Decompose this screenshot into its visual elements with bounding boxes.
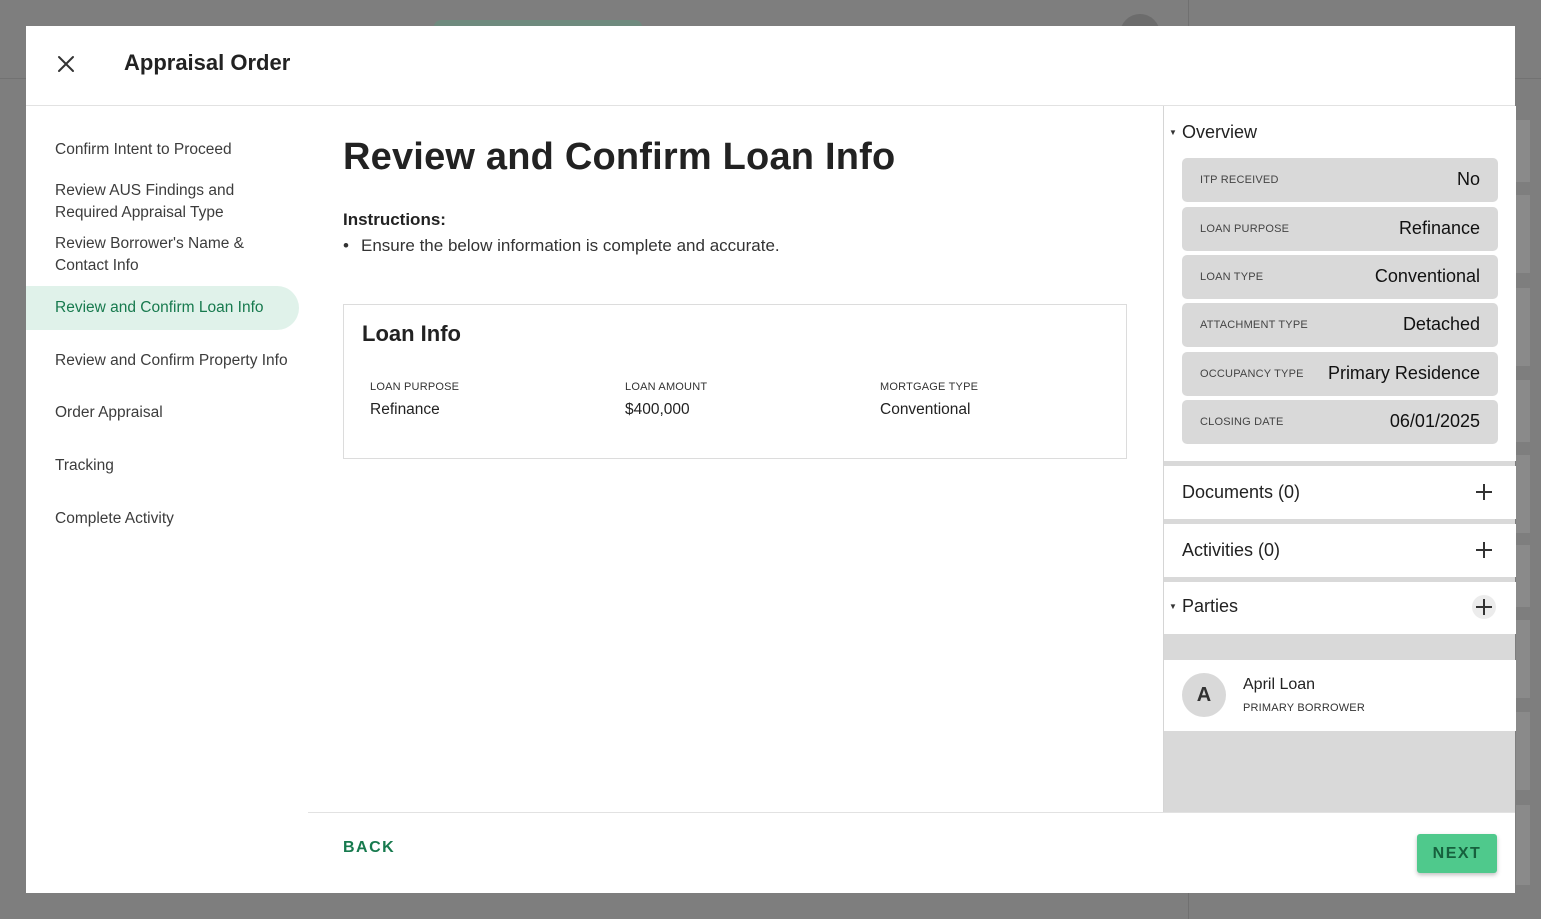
parties-title[interactable]: Parties <box>1182 596 1238 617</box>
overview-key: LOAN PURPOSE <box>1200 223 1290 235</box>
overview-value: Conventional <box>1374 266 1480 286</box>
step-tracking[interactable]: Tracking <box>26 455 299 477</box>
background-block <box>1516 620 1530 698</box>
background-block <box>1516 120 1530 182</box>
field-label: LOAN AMOUNT <box>625 381 708 393</box>
party-name: April Loan <box>1243 676 1316 693</box>
add-party-button[interactable] <box>1472 595 1496 619</box>
parties-section: ▼ Parties <box>1164 582 1516 634</box>
card-title: Loan Info <box>362 321 461 346</box>
overview-key: LOAN TYPE <box>1200 271 1264 283</box>
close-button[interactable] <box>50 48 82 80</box>
mortgage-type-field: MORTGAGE TYPE Conventional <box>880 381 978 419</box>
step-review-property-info[interactable]: Review and Confirm Property Info <box>26 350 299 372</box>
page-title: Review and Confirm Loan Info <box>343 136 896 178</box>
step-review-loan-info[interactable]: Review and Confirm Loan Info <box>26 286 299 330</box>
overview-key: OCCUPANCY TYPE <box>1200 368 1304 380</box>
loan-info-card: Loan Info LOAN PURPOSE Refinance LOAN AM… <box>343 304 1127 459</box>
instructions-list: • Ensure the below information is complet… <box>343 236 780 256</box>
background-block <box>1516 545 1530 607</box>
loan-purpose-field: LOAN PURPOSE Refinance <box>370 381 459 419</box>
field-value: Refinance <box>370 401 440 418</box>
background-block <box>1516 288 1530 366</box>
field-value: $400,000 <box>625 401 690 418</box>
caret-down-icon[interactable]: ▼ <box>1169 128 1177 137</box>
modal-title: Appraisal Order <box>124 50 291 75</box>
step-order-appraisal[interactable]: Order Appraisal <box>26 402 299 424</box>
plus-icon <box>1476 542 1492 558</box>
step-review-borrower-info[interactable]: Review Borrower's Name & Contact Info <box>26 233 276 277</box>
activities-section[interactable]: Activities (0) <box>1164 524 1516 577</box>
field-value: Conventional <box>880 401 971 418</box>
add-document-button[interactable] <box>1472 480 1496 504</box>
modal-footer: BACK NEXT <box>308 812 1515 893</box>
overview-section: ▼ Overview ITP RECEIVED No LOAN PURPOSE … <box>1164 106 1516 461</box>
close-icon <box>58 56 74 72</box>
field-label: LOAN PURPOSE <box>370 381 460 393</box>
overview-row: LOAN TYPE Conventional <box>1182 255 1498 299</box>
modal-header: Appraisal Order <box>26 26 1515 106</box>
overview-row: ITP RECEIVED No <box>1182 158 1498 202</box>
overview-row: LOAN PURPOSE Refinance <box>1182 207 1498 251</box>
overview-value: Refinance <box>1398 218 1480 238</box>
loan-amount-field: LOAN AMOUNT $400,000 <box>625 381 707 419</box>
main-content: Review and Confirm Loan Info Instruction… <box>308 106 1163 813</box>
documents-title[interactable]: Documents (0) <box>1182 482 1300 503</box>
overview-row: ATTACHMENT TYPE Detached <box>1182 303 1498 347</box>
plus-icon <box>1476 484 1492 500</box>
overview-value: Primary Residence <box>1327 363 1480 383</box>
party-role: PRIMARY BORROWER <box>1243 702 1365 714</box>
step-review-aus-findings[interactable]: Review AUS Findings and Required Apprais… <box>26 180 266 224</box>
field-label: MORTGAGE TYPE <box>880 381 979 393</box>
instruction-item: Ensure the below information is complete… <box>361 236 780 255</box>
overview-value: No <box>1456 169 1480 189</box>
avatar: A <box>1182 673 1226 717</box>
step-confirm-intent[interactable]: Confirm Intent to Proceed <box>26 139 299 161</box>
background-block <box>1516 380 1530 442</box>
appraisal-order-modal: Appraisal Order Confirm Intent to Procee… <box>26 26 1516 893</box>
back-button[interactable]: BACK <box>343 839 395 857</box>
bullet-icon: • <box>343 236 349 255</box>
overview-key: ITP RECEIVED <box>1200 174 1279 186</box>
background-block <box>1516 805 1530 885</box>
overview-value: Detached <box>1402 314 1480 334</box>
overview-value: 06/01/2025 <box>1389 411 1480 431</box>
overview-row: OCCUPANCY TYPE Primary Residence <box>1182 352 1498 396</box>
step-complete-activity[interactable]: Complete Activity <box>26 508 299 530</box>
background-block <box>1516 195 1530 273</box>
background-block <box>1516 455 1530 533</box>
party-list-item[interactable]: A April Loan PRIMARY BORROWER <box>1164 660 1516 731</box>
overview-row: CLOSING DATE 06/01/2025 <box>1182 400 1498 444</box>
next-button[interactable]: NEXT <box>1417 834 1497 873</box>
overview-key: ATTACHMENT TYPE <box>1200 319 1308 331</box>
overview-title[interactable]: Overview <box>1182 122 1257 143</box>
caret-down-icon[interactable]: ▼ <box>1169 602 1177 611</box>
add-activity-button[interactable] <box>1472 538 1496 562</box>
activities-title[interactable]: Activities (0) <box>1182 540 1280 561</box>
details-sidebar: ▼ Overview ITP RECEIVED No LOAN PURPOSE … <box>1163 106 1516 812</box>
instructions-title: Instructions: <box>343 210 446 229</box>
background-block <box>1516 712 1530 790</box>
plus-icon <box>1476 599 1492 615</box>
overview-key: CLOSING DATE <box>1200 416 1284 428</box>
documents-section[interactable]: Documents (0) <box>1164 466 1516 519</box>
